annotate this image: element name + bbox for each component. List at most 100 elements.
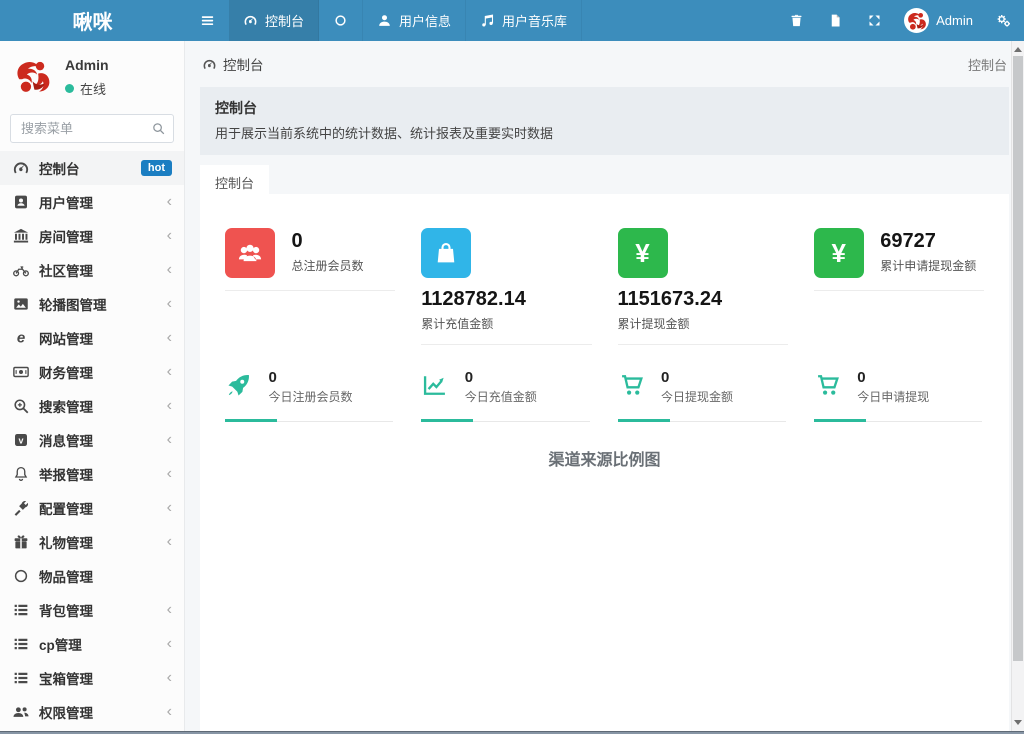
message-icon (12, 431, 30, 449)
stat-label: 今日注册会员数 (268, 388, 352, 405)
stat-value: 0 (268, 369, 352, 386)
stat-total-recharge: 1128782.14 累计充值金额 (408, 228, 604, 345)
sidebar-item-dashboard[interactable]: 控制台 hot (0, 151, 184, 185)
user-name: Admin (936, 13, 973, 28)
gift-icon (12, 533, 30, 551)
scrollbar-thumb[interactable] (1013, 56, 1023, 661)
chevron-left-icon (167, 262, 172, 278)
sidebar-item-finance-mgmt[interactable]: 财务管理 (0, 355, 184, 389)
sidebar-item-room-mgmt[interactable]: 房间管理 (0, 219, 184, 253)
tachometer-icon (243, 13, 258, 28)
avatar (904, 8, 929, 33)
sidebar: Admin 在线 控制台 hot 用户管理 房间管理 社区管理 (0, 41, 185, 734)
channel-source-chart-area (200, 470, 1009, 731)
sidebar-item-permission-mgmt[interactable]: 权限管理 (0, 695, 184, 729)
tachometer-icon (202, 57, 217, 72)
navtab-dashboard[interactable]: 控制台 (229, 0, 319, 41)
sidebar-user-panel: Admin 在线 (0, 41, 184, 106)
chevron-left-icon (167, 432, 172, 448)
online-status-dot (65, 84, 74, 93)
chevron-left-icon (167, 704, 172, 720)
navtab-circle[interactable] (319, 0, 363, 41)
sidebar-item-cp-mgmt[interactable]: cp管理 (0, 627, 184, 661)
top-navbar: 啾咪 控制台 用户信息 用户音乐库 Admin (0, 0, 1024, 41)
scroll-down-arrow[interactable] (1012, 716, 1024, 729)
document-icon[interactable] (816, 0, 855, 41)
stat-label: 总注册会员数 (291, 257, 363, 274)
stat-value: 1128782.14 (421, 288, 591, 311)
sidebar-item-report-mgmt[interactable]: 举报管理 (0, 457, 184, 491)
navtab-user-music[interactable]: 用户音乐库 (466, 0, 582, 41)
vertical-scrollbar[interactable] (1011, 41, 1024, 731)
trash-icon[interactable] (777, 0, 816, 41)
fullscreen-icon[interactable] (855, 0, 894, 41)
bank-icon (12, 227, 30, 245)
brand-logo[interactable]: 啾咪 (0, 0, 185, 41)
search-plus-icon (12, 397, 30, 415)
music-icon (480, 13, 495, 28)
page-callout: 控制台 用于展示当前系统中的统计数据、统计报表及重要实时数据 (200, 87, 1009, 155)
navbar-right: Admin (777, 0, 1024, 41)
chevron-left-icon (167, 330, 172, 346)
navtab-label: 控制台 (265, 11, 304, 30)
sidebar-item-user-mgmt[interactable]: 用户管理 (0, 185, 184, 219)
avatar (10, 53, 55, 98)
users-icon (12, 703, 30, 721)
id-card-icon (12, 193, 30, 211)
navtab-label: 用户信息 (399, 11, 451, 30)
list-icon (12, 601, 30, 619)
sidebar-item-search-mgmt[interactable]: 搜索管理 (0, 389, 184, 423)
users-group-icon (225, 228, 275, 278)
breadcrumb: 控制台 控制台 (185, 41, 1024, 83)
navtab-user-info[interactable]: 用户信息 (363, 0, 466, 41)
stat-today-withdraw: 0 今日提现金额 (605, 369, 801, 422)
circle-icon (333, 13, 348, 28)
stat-value: 0 (291, 230, 363, 253)
stat-total-members: 0 总注册会员数 (212, 228, 408, 345)
callout-title: 控制台 (215, 98, 994, 118)
cart-icon (618, 371, 648, 399)
stat-value: 69727 (880, 230, 976, 253)
breadcrumb-right-label[interactable]: 控制台 (968, 55, 1007, 74)
user-menu[interactable]: Admin (894, 8, 983, 33)
stat-total-withdraw-requests: ¥ 69727 累计申请提现金额 (801, 228, 997, 345)
sidebar-toggle-button[interactable] (185, 0, 229, 41)
stat-value: 1151673.24 (618, 288, 788, 311)
stat-label: 今日申请提现 (857, 388, 929, 405)
sidebar-item-website-mgmt[interactable]: 网站管理 (0, 321, 184, 355)
cart-icon (814, 371, 844, 399)
tools-icon (12, 499, 30, 517)
rocket-icon (225, 371, 255, 399)
sidebar-item-message-mgmt[interactable]: 消息管理 (0, 423, 184, 457)
gears-icon[interactable] (983, 0, 1024, 41)
sidebar-item-gift-mgmt[interactable]: 礼物管理 (0, 525, 184, 559)
shopping-bag-icon (421, 228, 471, 278)
list-icon (12, 635, 30, 653)
sidebar-item-item-mgmt[interactable]: 物品管理 (0, 559, 184, 593)
scroll-up-arrow[interactable] (1012, 43, 1024, 56)
sidebar-item-treasure-mgmt[interactable]: 宝箱管理 (0, 661, 184, 695)
sidebar-item-carousel-mgmt[interactable]: 轮播图管理 (0, 287, 184, 321)
content-tabs: 控制台 (200, 165, 1009, 194)
stat-label: 今日充值金额 (465, 388, 537, 405)
sidebar-item-backpack-mgmt[interactable]: 背包管理 (0, 593, 184, 627)
big-stats-row: 0 总注册会员数 1128782.14 累计充值金额 ¥ 1151673.24 … (200, 228, 1009, 345)
image-icon (12, 295, 30, 313)
stat-today-members: 0 今日注册会员数 (212, 369, 408, 422)
menu-search-input[interactable] (10, 114, 174, 143)
stat-label: 累计提现金额 (618, 315, 788, 332)
callout-description: 用于展示当前系统中的统计数据、统计报表及重要实时数据 (215, 123, 994, 142)
chevron-left-icon (167, 228, 172, 244)
hot-badge: hot (141, 160, 172, 176)
chevron-left-icon (167, 636, 172, 652)
sidebar-item-community-mgmt[interactable]: 社区管理 (0, 253, 184, 287)
user-icon (377, 13, 392, 28)
sidebar-menu: 控制台 hot 用户管理 房间管理 社区管理 轮播图管理 网站管理 (0, 151, 184, 734)
chevron-left-icon (167, 602, 172, 618)
hamburger-icon (199, 12, 216, 29)
stat-value: 0 (465, 369, 537, 386)
money-icon (12, 363, 30, 381)
sidebar-item-config-mgmt[interactable]: 配置管理 (0, 491, 184, 525)
internet-explorer-icon (12, 329, 30, 347)
chart-title: 渠道来源比例图 (200, 446, 1009, 470)
